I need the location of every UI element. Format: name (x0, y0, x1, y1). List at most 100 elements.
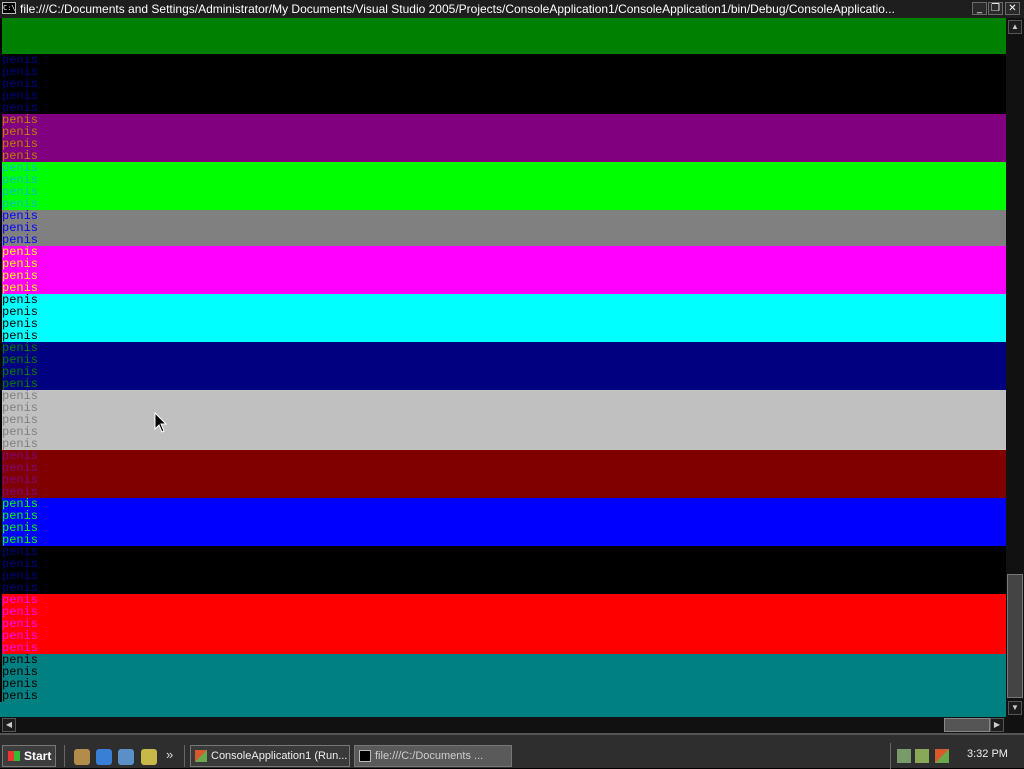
task-button-console[interactable]: file:///C:/Documents ... (354, 745, 512, 767)
console-text-row: penis (2, 654, 42, 666)
console-text-row: penis (2, 366, 42, 378)
console-text-row: penis (2, 426, 42, 438)
console-text-row: penis (2, 666, 42, 678)
console-text-row: penis (2, 150, 42, 162)
console-text-row: penis (2, 582, 42, 594)
task-label: file:///C:/Documents ... (375, 750, 484, 762)
visual-studio-tray-icon[interactable] (935, 749, 949, 763)
clock[interactable]: 3:32 PM (967, 748, 1008, 760)
windows-flag-icon (8, 751, 20, 761)
console-text-row: penis (2, 138, 42, 150)
console-band (42, 18, 1006, 54)
quicklaunch-chevron-icon[interactable]: » (166, 747, 173, 762)
console-text-row: penis (2, 42, 42, 54)
console-band (42, 594, 1006, 654)
close-button[interactable]: ✕ (1005, 2, 1020, 15)
console-band (42, 246, 1006, 294)
console-text-row: penis (2, 66, 42, 78)
console-text-row: penis (2, 90, 42, 102)
console-text-row: penis (2, 522, 42, 534)
console-text-row: penis (2, 462, 42, 474)
scroll-right-arrow-icon[interactable]: ▶ (990, 718, 1004, 732)
console-band (42, 162, 1006, 210)
console-text-row: penis (2, 330, 42, 342)
console-text-row: penis (2, 198, 42, 210)
console-text-row: penis (2, 294, 42, 306)
scroll-up-arrow-icon[interactable]: ▲ (1008, 20, 1022, 34)
console-text-row: penis (2, 210, 42, 222)
system-tray: 3:32 PM (890, 743, 1023, 769)
console-text-row: penis (2, 486, 42, 498)
console-text-row: penis (2, 534, 42, 546)
taskbar-separator (64, 745, 67, 767)
console-band (42, 294, 1006, 342)
console-text-row: penis (2, 258, 42, 270)
console-text-row: penis (2, 18, 42, 30)
console-band (42, 654, 1006, 702)
window-title: file:///C:/Documents and Settings/Admini… (20, 2, 895, 16)
console-text-row: penis (2, 570, 42, 582)
console-text-row: penis (2, 618, 42, 630)
console-text-row: penis (2, 234, 42, 246)
console-text-row: penis (2, 606, 42, 618)
console-text-row: penis (2, 558, 42, 570)
search-icon[interactable] (141, 749, 157, 765)
console-band (42, 390, 1006, 450)
outlook-icon[interactable] (118, 749, 134, 765)
console-text-row: penis (2, 102, 42, 114)
console-band (42, 210, 1006, 246)
console-text-row: penis (2, 114, 42, 126)
start-button[interactable]: Start (2, 745, 56, 767)
console-text-row: penis (2, 174, 42, 186)
console-band-fill (0, 702, 1006, 717)
console-text-row: penis (2, 378, 42, 390)
maximize-button[interactable]: ❐ (988, 2, 1003, 15)
console-bands: penis penis penis penis penis penis penis penis… (0, 18, 1006, 717)
console-text-row: penis (2, 78, 42, 90)
horizontal-scrollbar[interactable]: ◀ ▶ (0, 717, 1024, 733)
console-text-row: penis (2, 54, 42, 66)
console-text-row: penis (2, 186, 42, 198)
console-text-row: penis (2, 414, 42, 426)
horizontal-scroll-thumb[interactable] (944, 718, 990, 732)
minimize-button[interactable]: _ (972, 2, 987, 15)
console-text-row: penis (2, 390, 42, 402)
vertical-scrollbar[interactable]: ▲ ▼ (1006, 18, 1024, 717)
task-button-visual-studio[interactable]: ConsoleApplication1 (Run... (190, 745, 350, 767)
console-text-row: penis (2, 474, 42, 486)
console-band (42, 450, 1006, 498)
console-text-row: penis (2, 270, 42, 282)
mouse-cursor-icon (154, 412, 168, 433)
console-text-row: penis (2, 678, 42, 690)
taskbar: Start » ConsoleApplication1 (Run... file… (0, 733, 1024, 769)
desktop-icon[interactable] (74, 749, 90, 765)
task-label: ConsoleApplication1 (Run... (211, 750, 348, 762)
console-text-row: penis (2, 354, 42, 366)
taskbar-separator (184, 745, 187, 767)
console-text-row: penis (2, 498, 42, 510)
console-text-row: penis (2, 642, 42, 654)
console-app-icon[interactable]: C:\ (2, 2, 16, 14)
console-text-row: penis (2, 30, 42, 42)
network-icon[interactable] (897, 749, 911, 763)
console-text-row: penis (2, 318, 42, 330)
vertical-scroll-thumb[interactable] (1007, 574, 1023, 698)
console-text-row: penis (2, 126, 42, 138)
console-text-row: penis (2, 342, 42, 354)
ie-icon[interactable] (96, 749, 112, 765)
console-band (42, 54, 1006, 114)
console-text-row: penis (2, 594, 42, 606)
console-text-row: penis (2, 282, 42, 294)
volume-icon[interactable] (915, 749, 929, 763)
console-text-row: penis (2, 630, 42, 642)
console-text-row: penis (2, 546, 42, 558)
scroll-left-arrow-icon[interactable]: ◀ (2, 718, 16, 732)
console-text-row: penis (2, 246, 42, 258)
scroll-down-arrow-icon[interactable]: ▼ (1008, 701, 1022, 715)
console-icon (359, 750, 371, 762)
console-output-area[interactable]: penis penis penis penis penis penis penis penis… (0, 18, 1024, 717)
visual-studio-icon (195, 750, 207, 762)
console-text-row: penis (2, 402, 42, 414)
console-band (42, 546, 1006, 594)
window-titlebar[interactable]: C:\ file:///C:/Documents and Settings/Ad… (0, 0, 1024, 18)
